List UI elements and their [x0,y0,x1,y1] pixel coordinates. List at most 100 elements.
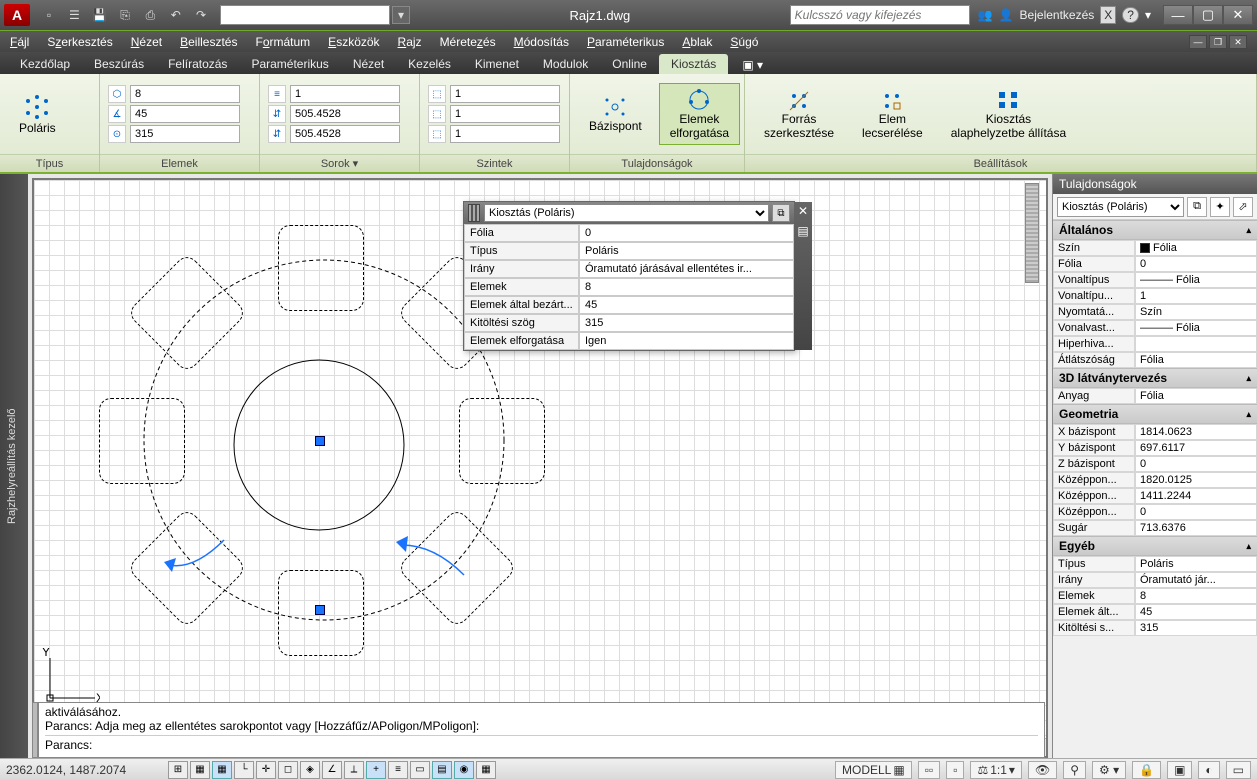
ortho-toggle[interactable]: └ [234,761,254,779]
search-input[interactable] [790,5,970,25]
quickselect-icon[interactable]: ⧉ [1187,197,1207,217]
menu-file[interactable]: Fájl [10,35,29,49]
items-count-input[interactable] [130,85,240,103]
qprop-value[interactable]: 8 [579,278,794,296]
tab-array[interactable]: Kiosztás [659,54,728,74]
help-icon[interactable]: ? [1122,7,1139,23]
menu-tools[interactable]: Eszközök [328,35,379,49]
prop-value[interactable]: 8 [1135,588,1257,604]
qprops-close-icon[interactable]: ✕ [798,204,808,218]
pickadd-icon[interactable]: ✦ [1210,197,1230,217]
qprop-value[interactable]: Igen [579,332,794,350]
rows-d1-input[interactable] [290,105,400,123]
tab-output[interactable]: Kimenet [463,54,531,74]
collapse-icon[interactable]: ▴ [1246,541,1251,552]
app-logo[interactable]: A [4,4,30,26]
prop-value[interactable]: Poláris [1135,556,1257,572]
qprop-value[interactable]: 0 [579,224,794,242]
menu-view[interactable]: Nézet [131,35,162,49]
qat-print-icon[interactable]: ⎙ [139,4,161,26]
reset-array-button[interactable]: Kiosztás alaphelyzetbe állítása [940,83,1077,145]
infer-toggle[interactable]: ⊞ [168,761,188,779]
drawing-recovery-panel[interactable]: Rajzhelyreállítás kezelő [0,174,28,758]
menu-modify[interactable]: Módosítás [514,35,569,49]
qprop-value[interactable]: 315 [579,314,794,332]
close-button[interactable]: ✕ [1223,5,1253,25]
palette-drag-handle[interactable] [1025,183,1039,283]
toolbar-lock-icon[interactable]: 🔒 [1132,761,1161,779]
menu-draw[interactable]: Rajz [398,35,422,49]
workspace-menu-icon[interactable]: ▾ [392,6,410,24]
array-type-button[interactable]: Poláris [8,88,67,140]
prop-value[interactable]: Fólia [1135,352,1257,368]
levels-a-input[interactable] [450,105,560,123]
levels-b-input[interactable] [450,125,560,143]
tab-home[interactable]: Kezdőlap [8,54,82,74]
clean-screen-icon[interactable]: ▭ [1226,761,1251,779]
sign-in-link[interactable]: Bejelentkezés [1020,8,1095,22]
quickview-layouts-icon[interactable]: ▫▫ [918,761,941,779]
sc-toggle[interactable]: ◉ [454,761,474,779]
cmd-prompt[interactable]: Parancs: [45,735,1038,752]
3dosnap-toggle[interactable]: ◈ [300,761,320,779]
qprops-menu-icon[interactable]: ▤ [797,224,808,238]
collapse-icon[interactable]: ▴ [1246,225,1251,236]
qat-open-icon[interactable]: ☰ [63,4,85,26]
otrack-toggle[interactable]: ∠ [322,761,342,779]
minimize-button[interactable]: — [1163,5,1193,25]
qat-save-icon[interactable]: 💾 [89,4,111,26]
levels-n-input[interactable] [450,85,560,103]
workspace-selector[interactable]: ⚙ Rajzolás és feliratozás ▾ [220,5,390,25]
qprop-value[interactable]: Poláris [579,242,794,260]
prop-value[interactable]: 1411.2244 [1135,488,1257,504]
osnap-toggle[interactable]: ◻ [278,761,298,779]
qprops-selector[interactable]: Kiosztás (Poláris) [484,204,769,222]
panel-rows-title[interactable]: Sorok ▾ [260,154,419,172]
tpy-toggle[interactable]: ▭ [410,761,430,779]
dyn-toggle[interactable]: + [366,761,386,779]
exchange-icon[interactable]: X [1100,6,1116,24]
replace-item-button[interactable]: Elem lecserélése [851,83,934,145]
annoautoscale-icon[interactable]: ⚲ [1063,761,1086,779]
prop-value[interactable]: 1 [1135,288,1257,304]
quick-properties-palette[interactable]: Kiosztás (Poláris) ⧉ Fólia0TípusPolárisI… [463,201,795,351]
menu-format[interactable]: Formátum [255,35,310,49]
qat-redo-icon[interactable]: ↷ [190,4,212,26]
annovisibility-icon[interactable]: 👁 [1028,761,1057,779]
lwt-toggle[interactable]: ≡ [388,761,408,779]
center-grip[interactable] [315,436,325,446]
grid-toggle[interactable]: ▦ [212,761,232,779]
basepoint-button[interactable]: Bázispont [578,90,653,138]
edit-source-button[interactable]: Forrás szerkesztése [753,83,845,145]
prop-value[interactable]: Óramutató jár... [1135,572,1257,588]
menu-param[interactable]: Paraméterikus [587,35,664,49]
menu-dim[interactable]: Méretezés [440,35,496,49]
prop-value[interactable]: Fólia [1135,240,1257,256]
prop-value[interactable]: ——— Fólia [1135,320,1257,336]
items-angle-input[interactable] [130,105,240,123]
rotate-items-button[interactable]: Elemek elforgatása [659,83,740,145]
rows-d2-input[interactable] [290,125,400,143]
chevron-down-icon[interactable]: ▾ [1145,8,1151,22]
collapse-icon[interactable]: ▴ [1246,409,1251,420]
menu-help[interactable]: Súgó [730,35,758,49]
tab-annotate[interactable]: Felíratozás [156,54,239,74]
user-icon[interactable]: 👤 [999,8,1014,22]
prop-value[interactable]: 697.6117 [1135,440,1257,456]
qprop-value[interactable]: Óramutató járásával ellentétes ir... [579,260,794,278]
tab-plugins[interactable]: Modulok [531,54,600,74]
maximize-button[interactable]: ▢ [1193,5,1223,25]
prop-value[interactable]: 713.6376 [1135,520,1257,536]
prop-value[interactable] [1135,336,1257,352]
menu-edit[interactable]: Szerkesztés [47,35,112,49]
qat-new-icon[interactable]: ▫ [38,4,60,26]
prop-value[interactable]: ——— Fólia [1135,272,1257,288]
infocenter-icon[interactable]: 👥 [978,8,993,22]
prop-value[interactable]: 1814.0623 [1135,424,1257,440]
menu-insert[interactable]: Beillesztés [180,35,237,49]
polar-toggle[interactable]: ✛ [256,761,276,779]
prop-value[interactable]: 0 [1135,504,1257,520]
tab-online[interactable]: Online [600,54,659,74]
tab-manage[interactable]: Kezelés [396,54,463,74]
radius-grip[interactable] [315,605,325,615]
